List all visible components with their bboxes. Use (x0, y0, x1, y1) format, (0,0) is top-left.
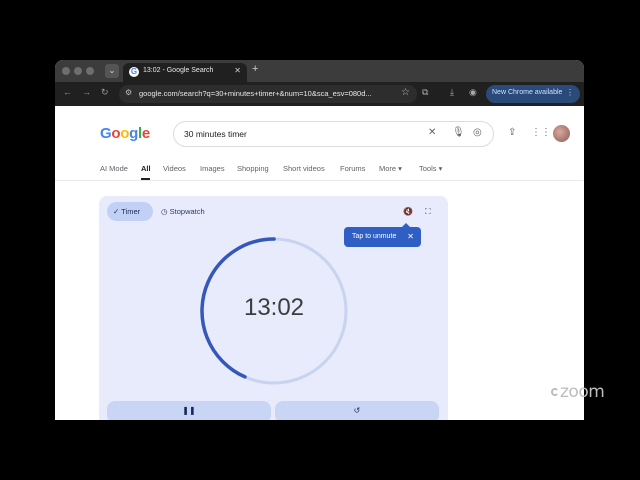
stopwatch-mode-label: Stopwatch (169, 207, 205, 216)
forward-icon[interactable]: → (82, 87, 91, 97)
timer-mode-label: Timer (121, 207, 141, 216)
back-icon[interactable]: ← (63, 87, 72, 97)
timer-widget: ✓ Timer ◷ Stopwatch 🔇 ⛶ Tap to unmute ✕ … (99, 196, 448, 420)
logo-letter: G (100, 125, 112, 142)
tab-search-icon[interactable]: ⌄ (105, 64, 119, 78)
maximize-window-icon[interactable] (86, 67, 94, 75)
update-chrome-label: New Chrome available (492, 89, 563, 96)
tab-more[interactable]: More ▾ (379, 164, 402, 173)
header-divider (55, 180, 584, 181)
unmute-tooltip[interactable]: Tap to unmute ✕ (344, 223, 421, 247)
tab-tools[interactable]: Tools ▾ (419, 164, 442, 173)
browser-tab[interactable]: G 13:02 - Google Search ✕ (123, 63, 247, 82)
clear-icon[interactable]: ✕ (428, 127, 436, 138)
zoom-watermark: zoom (560, 382, 605, 402)
star-icon[interactable]: ☆ (401, 87, 410, 98)
mute-icon[interactable]: 🔇 (403, 207, 413, 216)
close-tab-icon[interactable]: ✕ (234, 66, 241, 75)
reset-button[interactable]: ↺ (275, 401, 439, 420)
site-info-icon[interactable]: ⚙ (125, 88, 132, 97)
logo-letter: e (141, 125, 150, 142)
reset-icon: ↺ (353, 406, 361, 415)
url-text[interactable]: google.com/search?q=30+minutes+timer+&nu… (139, 89, 389, 98)
tab-title: 13:02 - Google Search (143, 67, 214, 74)
tab-videos[interactable]: Videos (163, 164, 186, 173)
search-input[interactable]: 30 minutes timer ✕ 🎙 ◎ (173, 121, 494, 147)
browser-window: ⌄ G 13:02 - Google Search ✕ + ← → ↻ ⚙ go… (55, 60, 584, 420)
check-icon: ✓ (113, 207, 122, 216)
close-window-icon[interactable] (62, 67, 70, 75)
minimize-window-icon[interactable] (74, 67, 82, 75)
share-icon[interactable]: ⇪ (508, 127, 516, 138)
lens-icon[interactable]: ◎ (473, 127, 482, 138)
tab-strip: ⌄ G 13:02 - Google Search ✕ + (55, 60, 584, 82)
pause-icon: ❚❚ (182, 406, 196, 415)
logo-letter: o (120, 125, 130, 142)
apps-grid-icon[interactable]: ⋮⋮ (531, 127, 551, 138)
close-icon[interactable]: ✕ (407, 227, 414, 247)
update-chrome-button[interactable]: New Chrome available ⋮ (486, 85, 580, 103)
download-icon[interactable]: ⤓ (450, 87, 454, 98)
new-tab-icon[interactable]: + (252, 63, 258, 75)
google-favicon-icon: G (129, 67, 139, 77)
google-logo[interactable]: Google (100, 125, 150, 142)
browser-toolbar: ← → ↻ ⚙ google.com/search?q=30+minutes+t… (55, 82, 584, 106)
reload-icon[interactable]: ↻ (101, 87, 109, 98)
microphone-icon[interactable]: 🎙 (452, 127, 465, 138)
tab-forums[interactable]: Forums (340, 164, 365, 173)
fullscreen-icon[interactable]: ⛶ (425, 207, 431, 217)
timer-mode-button[interactable]: ✓ Timer (107, 202, 153, 221)
address-bar[interactable]: ⚙ google.com/search?q=30+minutes+timer+&… (119, 85, 417, 103)
profile-icon[interactable]: ◉ (469, 87, 477, 98)
timer-time-display: 13:02 (243, 294, 305, 321)
logo-letter: g (129, 125, 138, 142)
extensions-icon[interactable]: ⧉ (422, 87, 428, 98)
stopwatch-icon: ◷ (161, 207, 170, 216)
tab-short-videos[interactable]: Short videos (283, 164, 325, 173)
tab-images[interactable]: Images (200, 164, 225, 173)
search-query[interactable]: 30 minutes timer (184, 129, 247, 139)
logo-letter: o (111, 125, 121, 142)
zoom-logo-icon (551, 388, 559, 396)
tab-all[interactable]: All (141, 164, 151, 173)
pause-button[interactable]: ❚❚ (107, 401, 271, 420)
tab-ai-mode[interactable]: AI Mode (100, 164, 128, 173)
stopwatch-mode-button[interactable]: ◷ Stopwatch (159, 202, 219, 221)
avatar[interactable] (553, 125, 570, 142)
menu-dots-icon[interactable]: ⋮ (566, 88, 574, 97)
tooltip-text: Tap to unmute (352, 233, 397, 240)
tab-shopping[interactable]: Shopping (237, 164, 269, 173)
